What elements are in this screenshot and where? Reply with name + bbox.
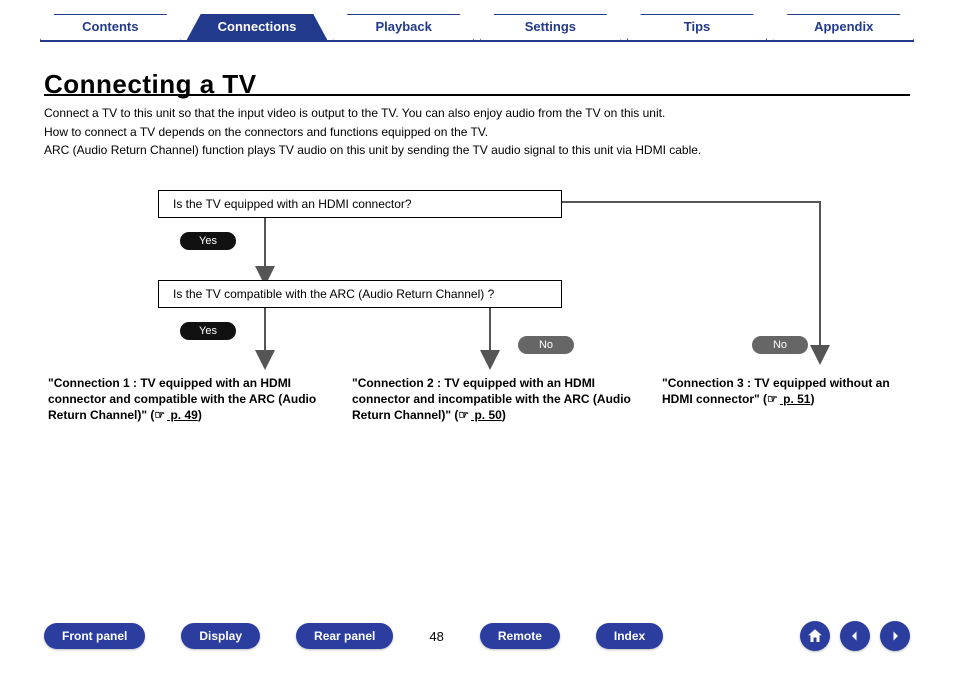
- question-arc-compatible: Is the TV compatible with the ARC (Audio…: [158, 280, 562, 308]
- nav-rear-panel[interactable]: Rear panel: [296, 623, 393, 649]
- arrow-right-icon: [886, 627, 904, 645]
- top-tabs: Contents Connections Playback Settings T…: [40, 14, 914, 42]
- hand-icon: ☞: [154, 407, 165, 423]
- nav-front-panel[interactable]: Front panel: [44, 623, 145, 649]
- connection-3: "Connection 3 : TV equipped without an H…: [662, 375, 910, 407]
- next-button[interactable]: [880, 621, 910, 651]
- tab-settings[interactable]: Settings: [480, 14, 621, 40]
- tab-appendix[interactable]: Appendix: [773, 14, 914, 40]
- title-rule: [44, 94, 910, 96]
- intro-text: Connect a TV to this unit so that the in…: [44, 104, 910, 160]
- intro-line: Connect a TV to this unit so that the in…: [44, 104, 910, 123]
- link-p49[interactable]: p. 49: [167, 408, 198, 422]
- connection-1: "Connection 1 : TV equipped with an HDMI…: [48, 375, 338, 424]
- answer-no-hdmi: No: [752, 336, 808, 354]
- connection-1-tail: ): [198, 408, 202, 422]
- nav-display[interactable]: Display: [181, 623, 260, 649]
- intro-line: ARC (Audio Return Channel) function play…: [44, 141, 910, 160]
- page-number: 48: [429, 629, 443, 644]
- link-p50[interactable]: p. 50: [471, 408, 502, 422]
- tab-tips[interactable]: Tips: [627, 14, 768, 40]
- home-icon: [806, 627, 824, 645]
- tab-connections[interactable]: Connections: [187, 14, 328, 40]
- hand-icon: ☞: [767, 391, 778, 407]
- connection-2-tail: ): [502, 408, 506, 422]
- bottom-bar: Front panel Display Rear panel 48 Remote…: [44, 621, 910, 651]
- answer-yes-arc: Yes: [180, 322, 236, 340]
- prev-button[interactable]: [840, 621, 870, 651]
- tab-playback[interactable]: Playback: [333, 14, 474, 40]
- connection-2: "Connection 2 : TV equipped with an HDMI…: [352, 375, 648, 424]
- link-p51[interactable]: p. 51: [780, 392, 811, 406]
- answer-no-arc: No: [518, 336, 574, 354]
- nav-index[interactable]: Index: [596, 623, 663, 649]
- answer-yes-hdmi: Yes: [180, 232, 236, 250]
- flowchart-lines: [0, 0, 954, 673]
- question-hdmi-connector: Is the TV equipped with an HDMI connecto…: [158, 190, 562, 218]
- arrow-left-icon: [846, 627, 864, 645]
- hand-icon: ☞: [458, 407, 469, 423]
- intro-line: How to connect a TV depends on the conne…: [44, 123, 910, 142]
- connection-3-tail: ): [810, 392, 814, 406]
- nav-remote[interactable]: Remote: [480, 623, 560, 649]
- home-button[interactable]: [800, 621, 830, 651]
- tab-contents[interactable]: Contents: [40, 14, 181, 40]
